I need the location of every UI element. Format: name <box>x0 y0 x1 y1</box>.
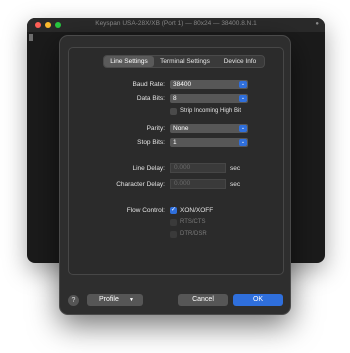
baud-rate-label: Baud Rate: <box>132 81 165 88</box>
chevron-updown-icon: ⌄ <box>239 95 247 102</box>
chevron-updown-icon: ⌄ <box>239 81 247 88</box>
chevron-updown-icon: ⌄ <box>239 125 247 132</box>
dtr-dsr-label: DTR/DSR <box>180 231 207 237</box>
terminal-title: Keyspan USA-28X/XB (Port 1) — 80x24 — 38… <box>95 20 257 27</box>
help-button[interactable]: ? <box>68 295 79 306</box>
tab-terminal-settings[interactable]: Terminal Settings <box>154 56 216 67</box>
data-bits-value: 8 <box>173 95 177 102</box>
strip-high-bit-label: Strip Incoming High Bit <box>180 108 242 114</box>
flow-control-label: Flow Control: <box>126 207 165 214</box>
dtr-dsr-checkbox[interactable] <box>170 231 177 238</box>
data-bits-label: Data Bits: <box>136 95 165 102</box>
parity-label: Parity: <box>146 125 165 132</box>
rts-cts-label: RTS/CTS <box>180 219 206 225</box>
terminal-titlebar: Keyspan USA-28X/XB (Port 1) — 80x24 — 38… <box>27 18 325 32</box>
stop-bits-label: Stop Bits: <box>137 139 165 146</box>
rts-cts-checkbox[interactable] <box>170 219 177 226</box>
parity-value: None <box>173 125 189 132</box>
tab-line-settings[interactable]: Line Settings <box>104 56 154 67</box>
cancel-button[interactable]: Cancel <box>178 294 228 306</box>
stop-bits-popup[interactable]: 1 ⌄ <box>170 138 248 147</box>
character-delay-label: Character Delay: <box>116 181 165 188</box>
profile-label: Profile <box>99 296 119 303</box>
ok-button[interactable]: OK <box>233 294 283 306</box>
parity-popup[interactable]: None ⌄ <box>170 124 248 133</box>
strip-high-bit-checkbox[interactable] <box>170 108 177 115</box>
baud-rate-value: 38400 <box>173 81 192 88</box>
terminal-cursor <box>29 34 33 41</box>
serial-settings-sheet: Line Settings Terminal Settings Device I… <box>59 35 291 315</box>
baud-rate-popup[interactable]: 38400 ⌄ <box>170 80 248 89</box>
line-delay-unit: sec <box>230 165 241 172</box>
profile-button[interactable]: Profile ▼ <box>87 294 143 306</box>
settings-panel: Line Settings Terminal Settings Device I… <box>68 47 284 275</box>
line-delay-input[interactable]: 0.000 <box>170 163 226 173</box>
character-delay-input[interactable]: 0.000 <box>170 179 226 189</box>
tab-device-info[interactable]: Device Info <box>216 56 264 67</box>
xon-xoff-label: XON/XOFF <box>180 207 214 214</box>
stop-bits-value: 1 <box>173 139 177 146</box>
xon-xoff-checkbox[interactable]: ✓ <box>170 207 177 214</box>
triangle-down-icon: ▼ <box>129 297 134 303</box>
settings-tabs: Line Settings Terminal Settings Device I… <box>103 55 265 68</box>
line-delay-label: Line Delay: <box>132 165 165 172</box>
chevron-updown-icon: ⌄ <box>239 139 247 146</box>
character-delay-unit: sec <box>230 181 241 188</box>
data-bits-popup[interactable]: 8 ⌄ <box>170 94 248 103</box>
lock-icon: ● <box>315 21 319 27</box>
